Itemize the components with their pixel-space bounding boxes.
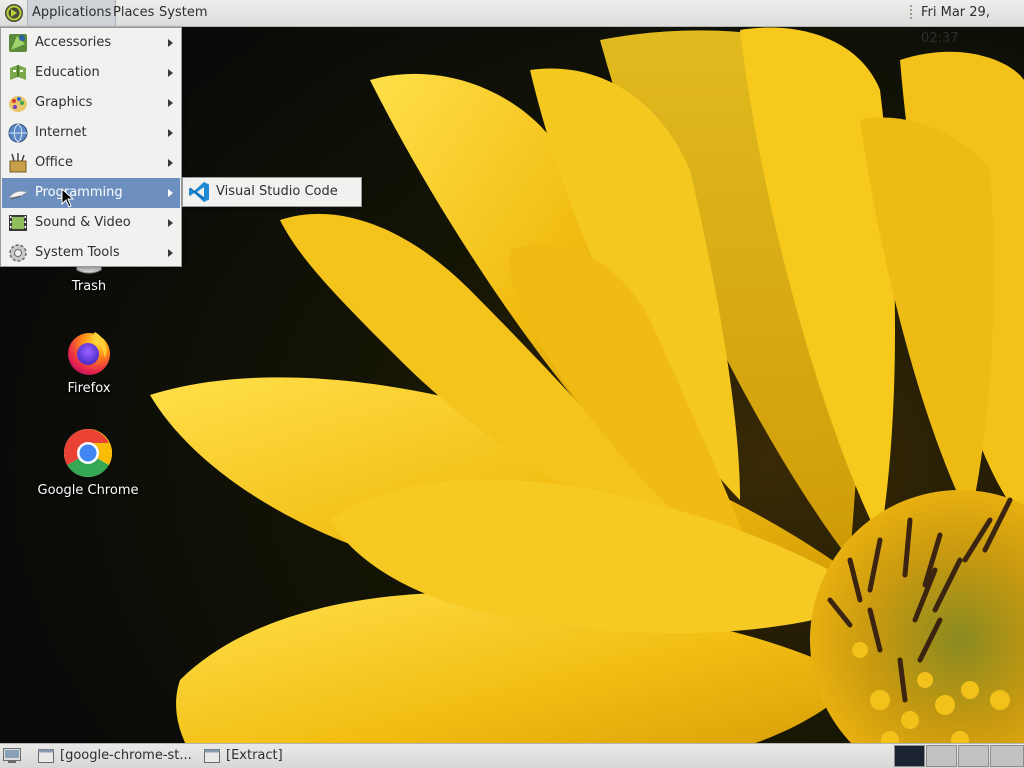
- programming-submenu: Visual Studio Code: [182, 177, 362, 207]
- menu-item-label: Education: [35, 65, 100, 80]
- menu-item-education[interactable]: Education: [2, 58, 180, 88]
- graphics-icon: [9, 96, 27, 112]
- menu-item-label: Graphics: [35, 95, 93, 110]
- menu-item-label: Sound & Video: [35, 215, 131, 230]
- clock[interactable]: Fri Mar 29, 02:37: [921, 0, 1024, 52]
- workspace-3[interactable]: [958, 745, 989, 767]
- menu-item-label: Office: [35, 155, 73, 170]
- firefox-icon: [68, 332, 110, 375]
- taskbar-button-chrome[interactable]: [google-chrome-st...: [38, 744, 198, 768]
- submenu-arrow-icon: [168, 69, 173, 77]
- submenu-item-label: Visual Studio Code: [216, 184, 338, 199]
- menu-item-internet[interactable]: Internet: [2, 118, 180, 148]
- submenu-arrow-icon: [168, 159, 173, 167]
- submenu-item-vscode[interactable]: Visual Studio Code: [183, 178, 361, 206]
- mouse-cursor-icon: [61, 188, 75, 208]
- distro-logo-icon[interactable]: [4, 3, 24, 23]
- window-icon: [38, 749, 54, 763]
- system-tools-icon: [9, 244, 27, 262]
- applications-menu[interactable]: Applications: [27, 0, 117, 26]
- menu-item-office[interactable]: Office: [2, 148, 180, 178]
- menu-item-graphics[interactable]: Graphics: [2, 88, 180, 118]
- submenu-arrow-icon: [168, 249, 173, 257]
- vscode-icon: [189, 182, 209, 202]
- desktop-icon-label: Google Chrome: [37, 483, 139, 498]
- submenu-arrow-icon: [168, 189, 173, 197]
- chrome-icon: [63, 429, 113, 478]
- applications-dropdown: Accessories Education Graphics Internet: [0, 27, 182, 267]
- education-icon: [10, 65, 26, 80]
- internet-icon: [8, 123, 28, 143]
- menu-item-label: Programming: [35, 185, 123, 200]
- desktop-icon-label: Trash: [71, 279, 107, 294]
- submenu-arrow-icon: [168, 39, 173, 47]
- desktop-icon-label: Firefox: [67, 381, 111, 396]
- system-menu[interactable]: System: [155, 0, 211, 26]
- panel-handle-icon[interactable]: [907, 4, 915, 22]
- show-desktop-icon[interactable]: [3, 748, 21, 763]
- sound-video-icon: [9, 215, 27, 231]
- menu-item-programming[interactable]: Programming: [2, 178, 180, 208]
- menu-item-label: Internet: [35, 125, 87, 140]
- taskbar-button-label: [Extract]: [226, 748, 283, 763]
- accessories-icon: [9, 34, 27, 52]
- menu-item-label: Accessories: [35, 35, 112, 50]
- window-icon: [204, 749, 220, 763]
- top-panel: Applications Places System Fri Mar 29, 0…: [0, 0, 1024, 46]
- menu-item-accessories[interactable]: Accessories: [2, 28, 180, 58]
- workspace-4[interactable]: [990, 745, 1024, 767]
- workspace-2[interactable]: [926, 745, 957, 767]
- submenu-arrow-icon: [168, 129, 173, 137]
- taskbar-button-extract[interactable]: [Extract]: [204, 744, 324, 768]
- desktop-icon-firefox[interactable]: Firefox: [34, 328, 144, 396]
- places-menu[interactable]: Places: [109, 0, 158, 26]
- menu-item-system-tools[interactable]: System Tools: [2, 238, 180, 268]
- submenu-arrow-icon: [168, 219, 173, 227]
- submenu-arrow-icon: [168, 99, 173, 107]
- bottom-panel: [google-chrome-st... [Extract]: [0, 743, 1024, 768]
- office-icon: [9, 153, 27, 173]
- desktop-icon-chrome[interactable]: Google Chrome: [33, 428, 143, 498]
- workspace-1[interactable]: [894, 745, 925, 767]
- programming-icon: [8, 190, 28, 200]
- taskbar-button-label: [google-chrome-st...: [60, 748, 192, 763]
- menu-item-sound-video[interactable]: Sound & Video: [2, 208, 180, 238]
- menu-item-label: System Tools: [35, 245, 120, 260]
